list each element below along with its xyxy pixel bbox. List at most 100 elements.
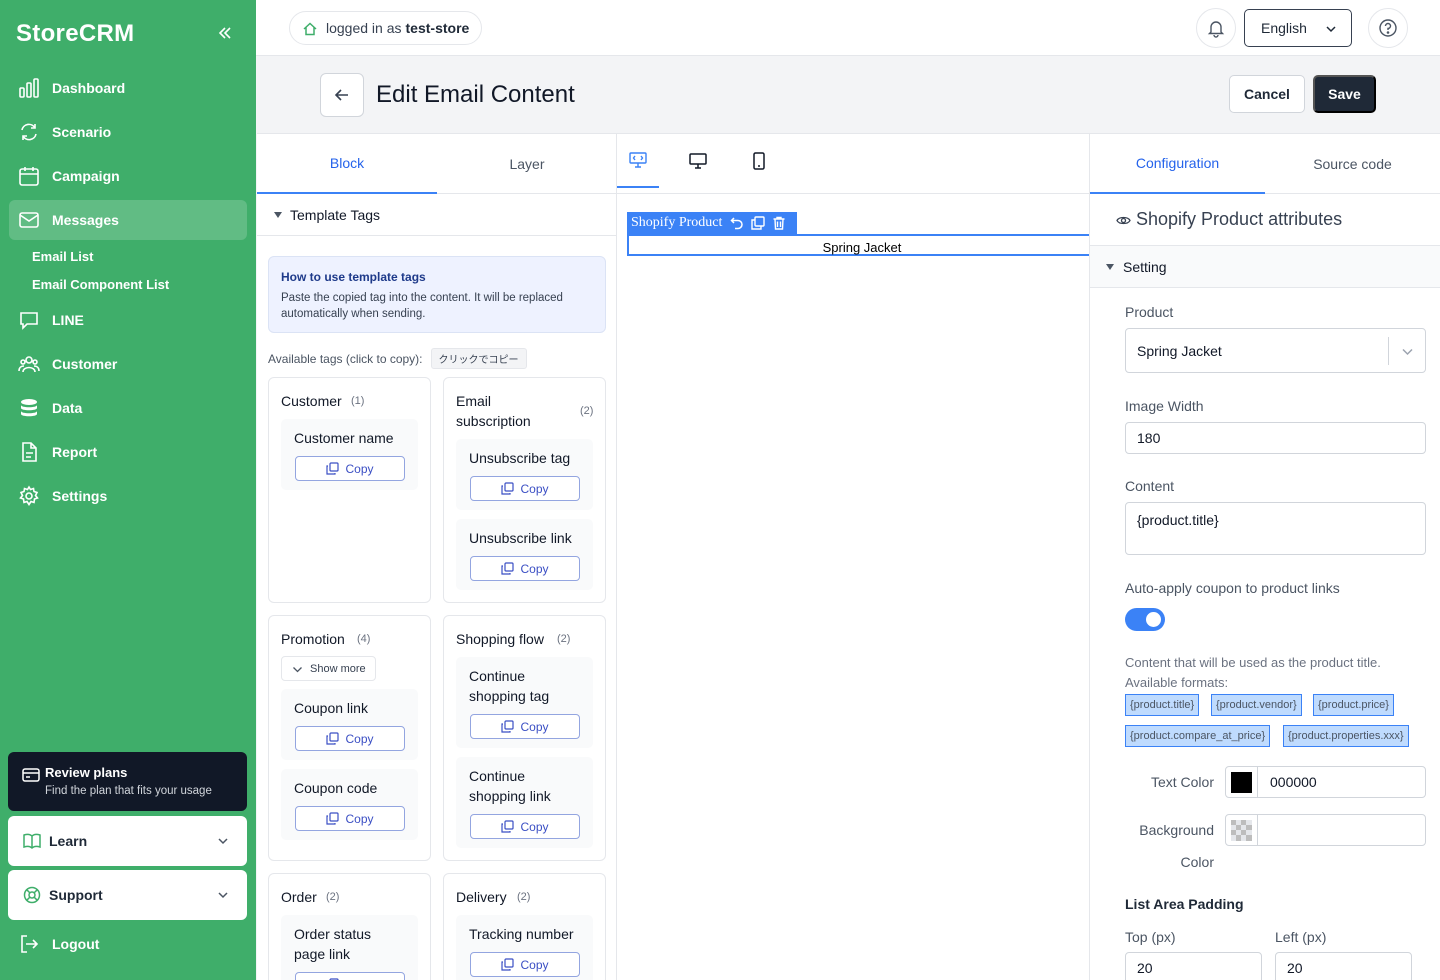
- copy-button[interactable]: Copy: [470, 476, 580, 501]
- transparent-swatch-icon: [1231, 819, 1252, 841]
- template-tags-header[interactable]: Template Tags: [257, 194, 616, 236]
- copy-button[interactable]: Copy: [470, 714, 580, 739]
- cancel-button[interactable]: Cancel: [1229, 75, 1305, 113]
- notifications-button[interactable]: [1196, 8, 1236, 48]
- background-color-swatch[interactable]: [1225, 814, 1258, 846]
- chat-icon: [20, 312, 38, 330]
- group-count: (2): [517, 891, 531, 903]
- undo-icon[interactable]: [730, 216, 744, 230]
- tag-item: Continue shopping tag Copy: [456, 657, 593, 748]
- subnav-email-component-list[interactable]: Email Component List: [0, 270, 256, 298]
- nav-settings[interactable]: Settings: [0, 474, 256, 518]
- nav-label: Campaign: [52, 168, 120, 184]
- arrow-left-icon: [334, 89, 348, 101]
- tag-item: Coupon link Copy: [281, 689, 418, 760]
- left-padding-input[interactable]: 20: [1275, 952, 1412, 980]
- device-mobile-button[interactable]: [738, 134, 780, 188]
- device-fullscreen-button[interactable]: [617, 134, 659, 188]
- duplicate-icon[interactable]: [751, 216, 766, 230]
- help-button[interactable]: [1368, 8, 1408, 48]
- format-chip[interactable]: {product.compare_at_price}: [1125, 725, 1271, 747]
- save-button[interactable]: Save: [1313, 75, 1376, 113]
- tag-name: Unsubscribe link: [469, 530, 572, 546]
- learn-label: Learn: [49, 833, 88, 849]
- background-color-input[interactable]: [1257, 814, 1426, 846]
- nav-data[interactable]: Data: [0, 386, 256, 430]
- tag-name: Tracking number: [469, 926, 574, 942]
- nav-customer[interactable]: Customer: [0, 342, 256, 386]
- content-textarea[interactable]: {product.title}: [1125, 502, 1426, 555]
- copy-button[interactable]: Copy: [295, 972, 405, 980]
- left-tabs: Block Layer: [257, 134, 616, 194]
- tag-group-delivery: Delivery (2) Tracking number Copy: [443, 873, 606, 980]
- nav-line[interactable]: LINE: [0, 298, 256, 342]
- setting-header[interactable]: Setting: [1090, 246, 1440, 288]
- nav-dashboard[interactable]: Dashboard: [0, 66, 256, 110]
- help-line-1: Content that will be used as the product…: [1125, 655, 1381, 670]
- language-select[interactable]: English: [1244, 9, 1352, 47]
- format-chip[interactable]: {product.properties.xxx}: [1283, 725, 1409, 747]
- copy-button[interactable]: Copy: [470, 952, 580, 977]
- back-button[interactable]: [320, 73, 364, 117]
- nav-label: LINE: [52, 312, 84, 328]
- copy-button[interactable]: Copy: [295, 456, 405, 481]
- support-button[interactable]: Support: [8, 870, 247, 920]
- nav-scenario[interactable]: Scenario: [0, 110, 256, 154]
- refresh-icon: [21, 123, 37, 141]
- coupon-toggle[interactable]: [1125, 608, 1165, 631]
- format-chip[interactable]: {product.vendor}: [1211, 694, 1302, 716]
- nav-label: Dashboard: [52, 80, 126, 96]
- tab-block[interactable]: Block: [257, 134, 437, 194]
- document-icon: [22, 442, 37, 462]
- text-color-value: 000000: [1270, 774, 1317, 790]
- text-color-input[interactable]: 000000: [1257, 766, 1426, 798]
- home-icon: [303, 22, 317, 36]
- image-width-input[interactable]: 180: [1125, 422, 1426, 454]
- question-icon: [1379, 19, 1397, 37]
- nav-label: Settings: [52, 488, 108, 504]
- tab-configuration[interactable]: Configuration: [1090, 134, 1265, 194]
- chevron-down-icon: [218, 892, 228, 899]
- desktop-icon: [689, 153, 707, 169]
- brand-logo[interactable]: StoreCRM: [16, 20, 134, 48]
- calendar-icon: [19, 167, 39, 186]
- copy-label: Copy: [520, 957, 549, 972]
- learn-button[interactable]: Learn: [8, 816, 247, 866]
- tag-name: Customer name: [294, 430, 394, 446]
- format-chip[interactable]: {product.title}: [1125, 694, 1200, 716]
- tag-group-shopping-flow: Shopping flow (2) Continue shopping tag …: [443, 615, 606, 861]
- product-value: Spring Jacket: [1137, 342, 1222, 359]
- credit-card-icon: [22, 768, 40, 782]
- tag-name: Coupon code: [294, 780, 378, 796]
- tab-layer[interactable]: Layer: [437, 134, 616, 194]
- nav-messages[interactable]: Messages: [9, 200, 247, 240]
- padding-title: List Area Padding: [1125, 896, 1244, 912]
- logout-button[interactable]: Logout: [0, 922, 256, 966]
- top-padding-input[interactable]: 20: [1125, 952, 1262, 980]
- copy-button[interactable]: Copy: [470, 814, 580, 839]
- selected-product-block[interactable]: Spring Jacket: [627, 234, 1089, 256]
- nav-campaign[interactable]: Campaign: [0, 154, 256, 198]
- eye-icon: [1116, 216, 1131, 225]
- product-select[interactable]: Spring Jacket: [1125, 328, 1426, 373]
- main-nav: Dashboard Scenario Campaign Messages Ema…: [0, 66, 256, 518]
- nav-report[interactable]: Report: [0, 430, 256, 474]
- trash-icon[interactable]: [772, 216, 786, 230]
- show-more-button[interactable]: Show more: [281, 656, 376, 681]
- copy-button[interactable]: Copy: [295, 726, 405, 751]
- subnav-email-list[interactable]: Email List: [0, 242, 256, 270]
- group-title: Customer: [281, 393, 342, 409]
- tab-source-code[interactable]: Source code: [1265, 134, 1440, 194]
- format-chip[interactable]: {product.price}: [1313, 694, 1394, 716]
- tag-item: Order status page link Copy: [281, 915, 418, 980]
- editor-canvas[interactable]: Shopify Product Spring Jacket: [617, 133, 1089, 980]
- book-icon: [23, 833, 41, 850]
- copy-button[interactable]: Copy: [295, 806, 405, 831]
- collapse-sidebar-icon[interactable]: [216, 24, 234, 42]
- review-plans-card[interactable]: Review plans Find the plan that fits you…: [8, 752, 247, 811]
- group-title: Delivery: [456, 889, 507, 905]
- device-desktop-button[interactable]: [677, 134, 719, 188]
- copy-button[interactable]: Copy: [470, 556, 580, 581]
- copy-icon: [501, 958, 515, 971]
- text-color-swatch[interactable]: [1225, 766, 1258, 798]
